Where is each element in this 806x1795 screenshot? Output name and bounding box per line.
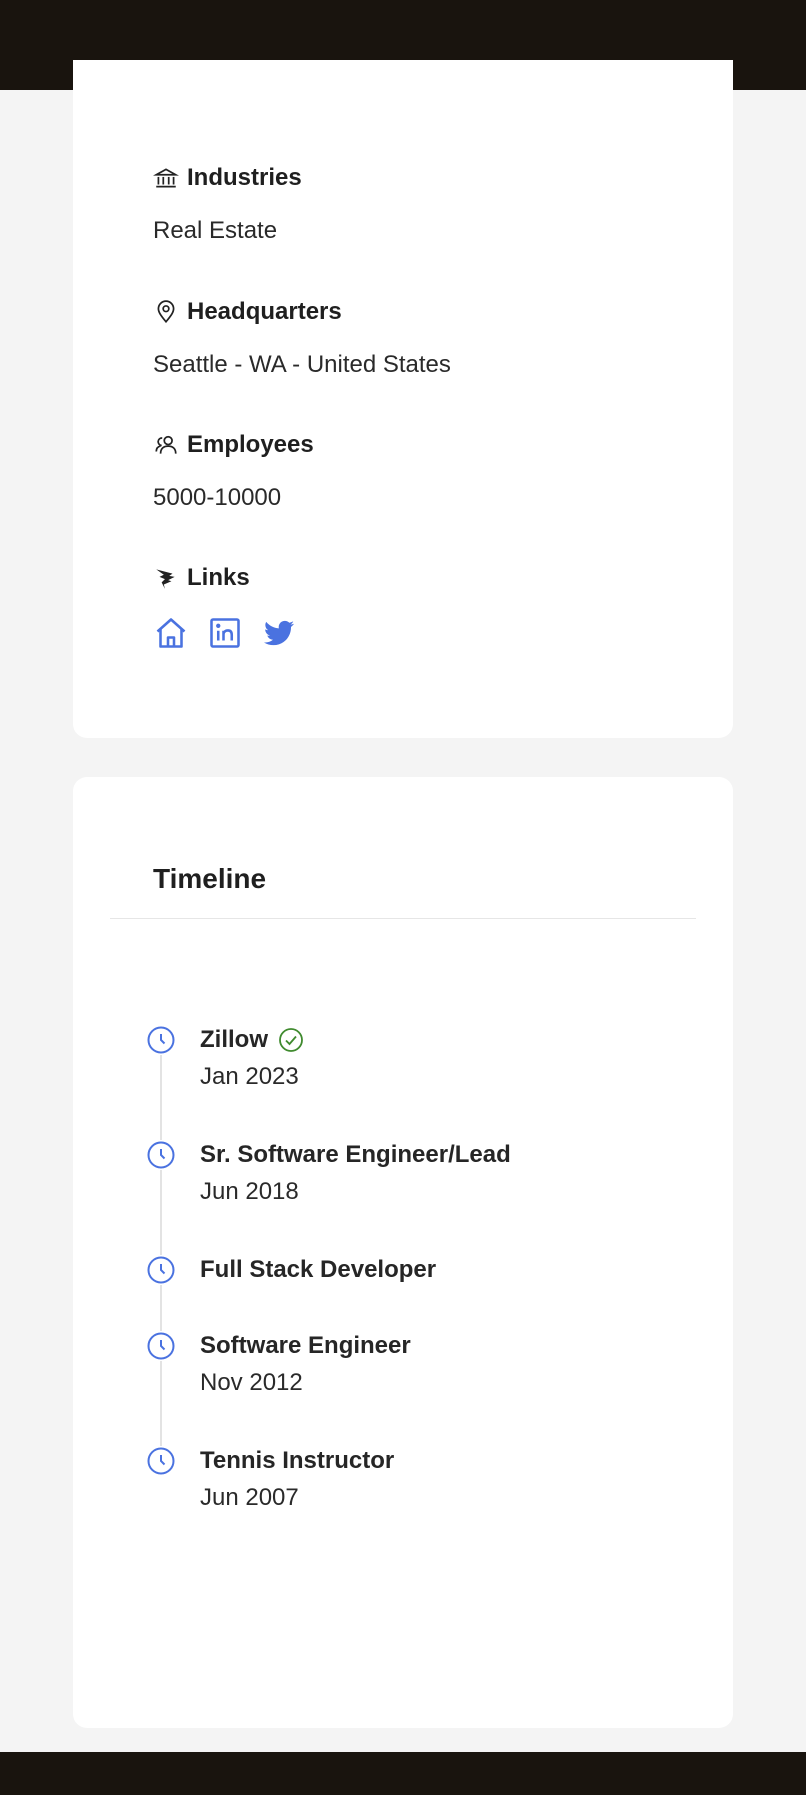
map-pin-icon [157,300,175,324]
headquarters-section: Headquarters Seattle - WA - United State… [153,297,451,379]
links-section: Links [153,563,297,651]
social-links [153,615,297,651]
bottom-bar [0,1752,806,1795]
headquarters-value: Seattle - WA - United States [153,351,451,378]
timeline-item-title: Zillow [200,1026,268,1053]
twitter-link-icon[interactable] [261,615,297,651]
users-icon [155,435,177,454]
clock-icon [146,1255,176,1285]
timeline-item-date: Nov 2012 [200,1369,303,1396]
bank-icon [153,168,179,188]
employees-value: 5000-10000 [153,484,282,511]
timeline-item-date: Jun 2007 [200,1484,299,1511]
timeline-item-title: Tennis Instructor [200,1447,395,1474]
link-wing-icon [156,569,175,589]
industries-label: Industries [187,164,302,191]
industries-section: Industries Real Estate [153,163,302,245]
divider [110,918,696,919]
clock-icon [146,1446,176,1476]
timeline-item-date: Jun 2018 [200,1178,299,1205]
timeline-item-title: Full Stack Developer [200,1256,437,1283]
company-info-card: Industries Real Estate Headquarters Seat… [73,60,733,738]
employees-section: Employees 5000-10000 [153,430,314,512]
verified-check-icon [279,1028,303,1052]
home-link-icon[interactable] [153,615,189,651]
clock-icon [146,1331,176,1361]
industries-value: Real Estate [153,217,278,244]
linkedin-link-icon[interactable] [207,615,243,651]
timeline-item-date: Jan 2023 [200,1063,299,1090]
timeline-title: Timeline [153,863,267,894]
timeline-connector [160,1049,162,1449]
headquarters-label: Headquarters [187,298,342,325]
clock-icon [146,1025,176,1055]
timeline-item-title: Sr. Software Engineer/Lead [200,1141,511,1168]
clock-icon [146,1140,176,1170]
links-label: Links [187,564,250,591]
timeline-item-title: Software Engineer [200,1332,411,1359]
employees-label: Employees [187,431,314,458]
timeline-card: Timeline Zillow Jan 2023 Sr. Software En… [73,777,733,1728]
